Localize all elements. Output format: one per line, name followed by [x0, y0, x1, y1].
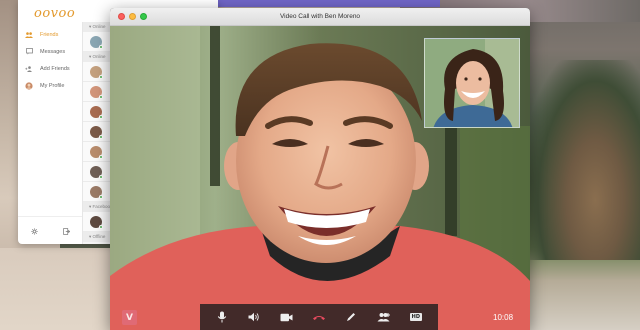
online-section-label: Online	[92, 24, 106, 29]
online-dot	[99, 174, 103, 179]
self-video-preview[interactable]	[424, 38, 520, 128]
window-controls	[118, 13, 147, 20]
online-dot	[99, 224, 103, 229]
settings-icon[interactable]	[30, 222, 38, 240]
online-dot	[99, 134, 103, 139]
speaker-button[interactable]	[244, 307, 264, 327]
avatar	[90, 35, 103, 49]
offline-section-label: Offline	[92, 234, 106, 239]
pen-button[interactable]	[341, 307, 361, 327]
nav-item-messages[interactable]: Messages	[18, 43, 82, 60]
nav-item-my-profile[interactable]: My Profile	[18, 77, 82, 94]
avatar	[90, 125, 103, 139]
online-dot	[99, 74, 103, 79]
self-video-image	[425, 39, 519, 127]
avatar	[90, 105, 103, 119]
avatar	[90, 215, 103, 229]
microphone-button[interactable]	[212, 307, 232, 327]
microphone-icon	[217, 311, 227, 323]
camera-icon	[280, 313, 293, 321]
profile-icon	[25, 81, 33, 90]
hd-icon: HD	[409, 313, 422, 321]
nav-label-my-profile: My Profile	[40, 82, 65, 89]
maximize-window-button[interactable]	[140, 13, 147, 20]
online-dot	[99, 154, 103, 159]
avatar	[90, 185, 103, 199]
hd-button[interactable]: HD	[406, 307, 426, 327]
app-brand-badge: V	[122, 310, 137, 325]
online-dot	[99, 114, 103, 119]
camera-button[interactable]	[277, 307, 297, 327]
speaker-icon	[248, 312, 260, 322]
nav-label-friends: Friends	[40, 31, 59, 38]
friends-icon	[25, 31, 33, 39]
video-call-window: Video Call with Ben Moreno V HD 10:08	[110, 8, 530, 330]
add-friends-icon	[25, 65, 33, 73]
nav-label-add-friends: Add Friends	[40, 65, 70, 72]
wallpaper-mountain	[528, 60, 640, 260]
hang-up-icon	[312, 315, 325, 320]
window-titlebar: Video Call with Ben Moreno	[110, 8, 530, 26]
close-window-button[interactable]	[118, 13, 125, 20]
app-logo: oovoo	[34, 5, 76, 21]
avatar	[90, 65, 103, 79]
add-participant-icon	[377, 313, 390, 322]
online-dot	[99, 44, 103, 49]
online-dot	[99, 194, 103, 199]
online-dot	[99, 94, 103, 99]
nav-item-friends[interactable]: Friends	[18, 26, 82, 43]
app-footer	[18, 216, 82, 244]
nav-label-messages: Messages	[40, 48, 66, 55]
hang-up-button[interactable]	[309, 307, 329, 327]
background-window-strip	[200, 0, 440, 7]
nav-panel: Friends Messages Add Friends My Profile	[18, 26, 82, 216]
pen-icon	[347, 313, 356, 321]
add-participant-button[interactable]	[374, 307, 394, 327]
window-title: Video Call with Ben Moreno	[279, 13, 361, 20]
avatar	[90, 165, 103, 179]
online-section-label-2: Online	[92, 54, 106, 59]
nav-item-add-friends[interactable]: Add Friends	[18, 60, 82, 77]
logout-icon[interactable]	[62, 222, 70, 240]
remote-video-feed: V HD 10:08	[110, 26, 530, 330]
call-control-bar: HD	[200, 304, 438, 330]
messages-icon	[25, 48, 33, 56]
minimize-window-button[interactable]	[129, 13, 136, 20]
avatar	[90, 85, 103, 99]
avatar	[90, 145, 103, 159]
call-timer: 10:08	[493, 313, 514, 322]
